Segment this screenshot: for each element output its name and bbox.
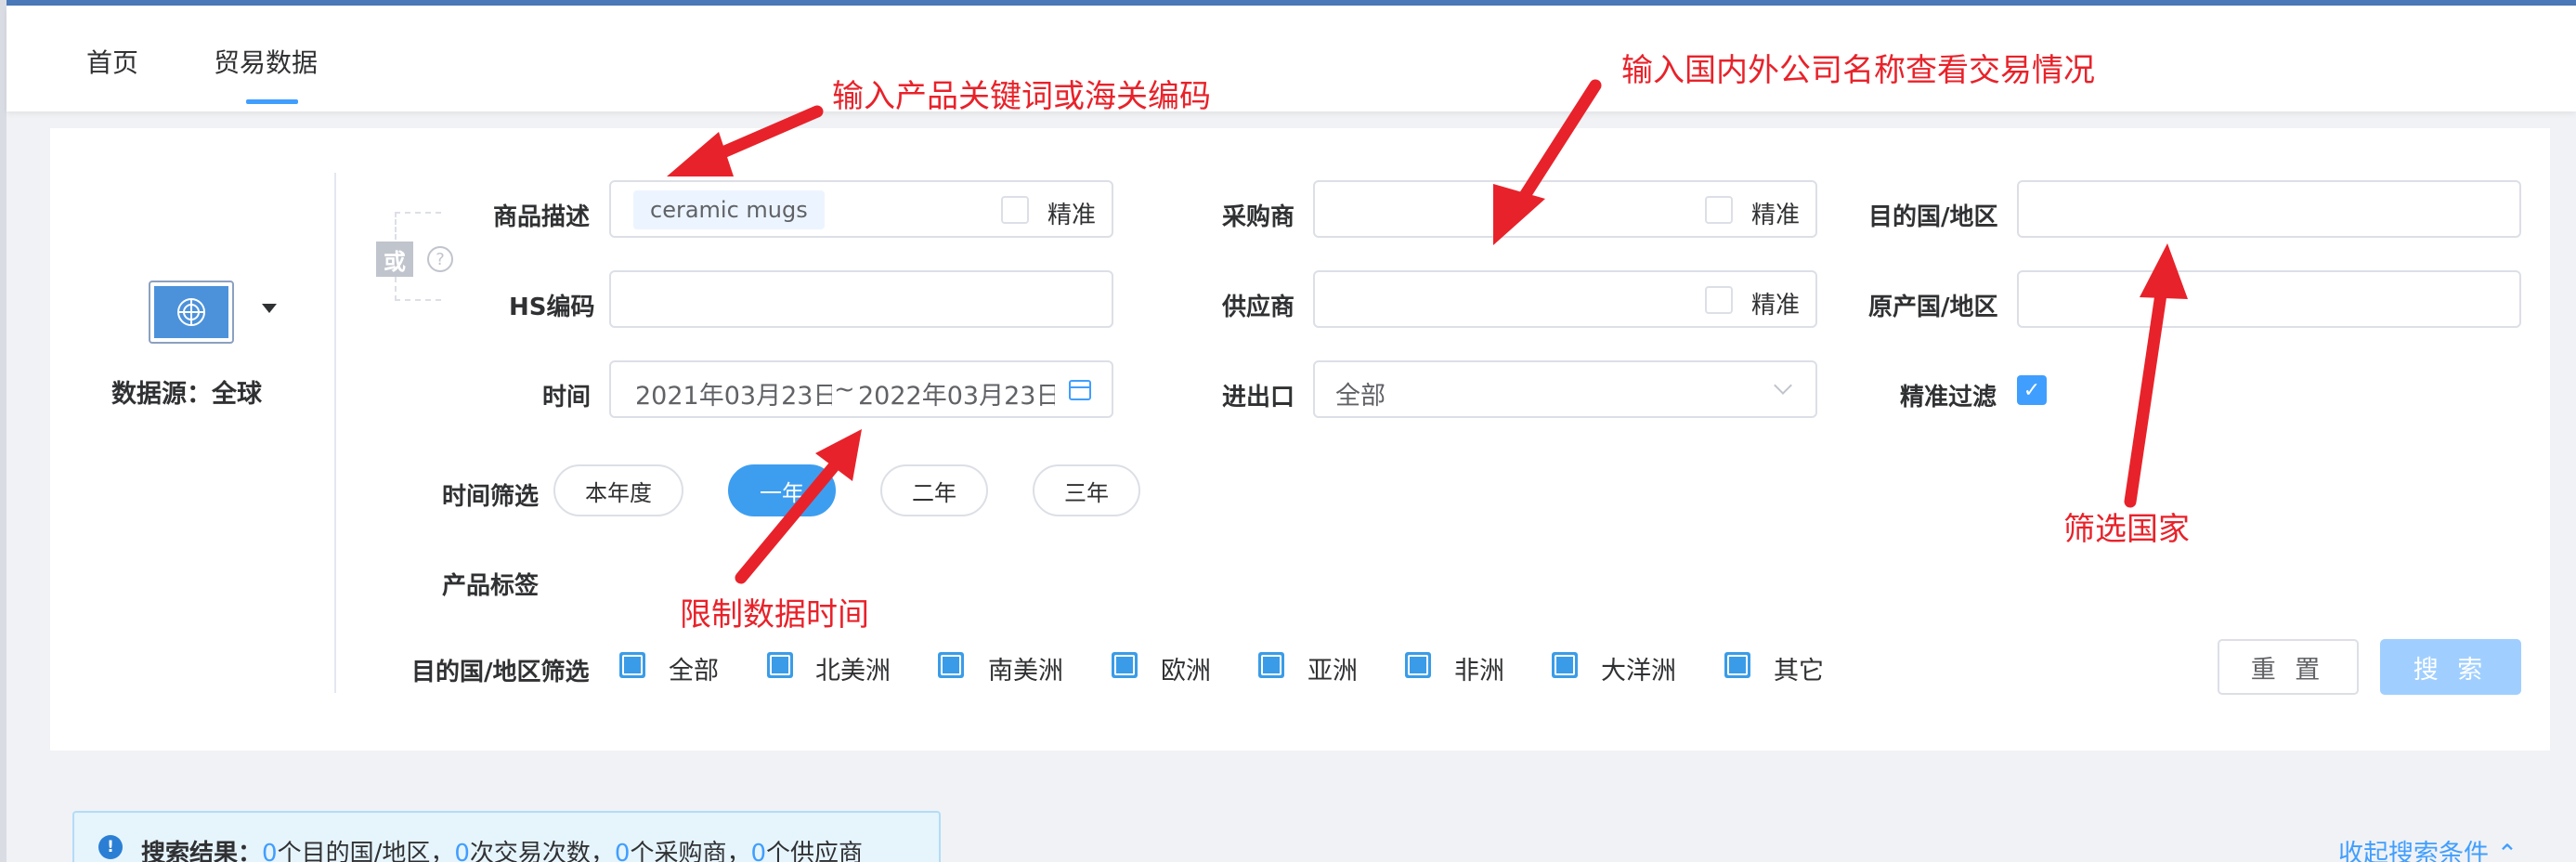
date-end[interactable]: 2022年03月23日 xyxy=(858,375,1055,411)
or-toggle[interactable]: 或 xyxy=(376,242,413,277)
import-export-label: 进出口 xyxy=(1222,384,1295,411)
region-checkbox-all[interactable] xyxy=(619,652,645,678)
buyer-input[interactable]: 精准 xyxy=(1313,180,1817,238)
import-export-select[interactable]: 全部 xyxy=(1313,360,1817,418)
region-filter-label: 目的国/地区筛选 xyxy=(411,659,590,686)
reset-button[interactable]: 重 置 xyxy=(2218,639,2359,695)
product-desc-label: 商品描述 xyxy=(493,203,591,231)
search-result-bar: ! 搜索结果：0个目的国/地区，0次交易次数，0个采购商，0个供应商 xyxy=(72,811,941,862)
buyer-exact-label: 精准 xyxy=(1751,202,1801,229)
region-checkbox-other[interactable] xyxy=(1724,652,1750,678)
datasource-flag[interactable] xyxy=(149,281,234,344)
annotation-product: 输入产品关键词或海关编码 xyxy=(832,78,1211,115)
region-checkbox-north-america[interactable] xyxy=(767,652,793,678)
keyword-tag[interactable]: ceramic mugs xyxy=(633,190,825,229)
supplier-input[interactable]: 精准 xyxy=(1313,270,1817,328)
region-label-oceania: 大洋洲 xyxy=(1601,657,1676,686)
datasource-dropdown-icon[interactable] xyxy=(262,304,277,313)
collapse-search-link[interactable]: 收起搜索条件 ⌃ xyxy=(2338,833,2517,862)
info-icon: ! xyxy=(98,835,123,859)
region-label-other: 其它 xyxy=(1774,657,1824,686)
active-tab-indicator xyxy=(246,99,298,104)
top-nav: 首页 贸易数据 xyxy=(7,6,2576,111)
exact-filter-checkbox[interactable]: ✓ xyxy=(2017,375,2047,405)
region-label-north-america: 北美洲 xyxy=(815,657,891,686)
time-label: 时间 xyxy=(542,384,592,411)
result-summary: 搜索结果：0个目的国/地区，0次交易次数，0个采购商，0个供应商 xyxy=(141,834,863,862)
hs-code-input[interactable] xyxy=(609,270,1113,328)
help-icon[interactable]: ? xyxy=(427,246,453,272)
region-label-europe: 欧洲 xyxy=(1161,657,1211,686)
region-label-africa: 非洲 xyxy=(1454,657,1504,686)
product-tags-label: 产品标签 xyxy=(442,572,540,600)
product-desc-input[interactable]: ceramic mugs 精准 xyxy=(609,180,1113,238)
origin-country-input[interactable] xyxy=(2017,270,2521,328)
date-range-picker[interactable]: 2021年03月23日 ~ 2022年03月23日 xyxy=(609,360,1113,418)
origin-country-label: 原产国/地区 xyxy=(1868,294,1998,321)
time-filter-one-year[interactable]: 一年 xyxy=(728,464,836,516)
tab-home[interactable]: 首页 xyxy=(86,43,138,80)
supplier-label: 供应商 xyxy=(1222,294,1295,321)
buyer-exact-checkbox[interactable] xyxy=(1705,196,1733,224)
region-label-all: 全部 xyxy=(669,657,719,686)
or-bracket-top xyxy=(395,212,441,240)
import-export-value: 全部 xyxy=(1335,382,1386,411)
tab-trade-data[interactable]: 贸易数据 xyxy=(214,43,318,80)
buyer-label: 采购商 xyxy=(1222,203,1295,231)
calendar-icon[interactable] xyxy=(1069,380,1091,400)
time-filter-two-years[interactable]: 二年 xyxy=(880,464,988,516)
annotation-time: 限制数据时间 xyxy=(680,596,869,633)
annotation-company: 输入国内外公司名称查看交易情况 xyxy=(1621,52,2095,89)
collapse-label[interactable]: 收起搜索条件 xyxy=(2338,840,2489,862)
exact-filter-label: 精准过滤 xyxy=(1900,384,1997,411)
region-checkbox-asia[interactable] xyxy=(1258,652,1284,678)
supplier-exact-label: 精准 xyxy=(1751,292,1801,320)
hs-code-label: HS编码 xyxy=(509,294,595,321)
window-left-edge xyxy=(0,0,7,862)
result-dest-suffix: 个目的国/地区， xyxy=(277,840,455,862)
product-exact-label: 精准 xyxy=(1047,202,1097,229)
supplier-exact-checkbox[interactable] xyxy=(1705,286,1733,314)
panel-divider xyxy=(334,173,336,693)
result-trade-count[interactable]: 0 xyxy=(454,840,470,862)
region-checkbox-africa[interactable] xyxy=(1405,652,1431,678)
datasource-label: 数据源：全球 xyxy=(111,380,262,409)
annotation-country: 筛选国家 xyxy=(2063,511,2190,548)
region-label-asia: 亚洲 xyxy=(1308,657,1358,686)
region-checkbox-europe[interactable] xyxy=(1112,652,1138,678)
date-separator: ~ xyxy=(834,375,855,404)
or-bracket-bottom xyxy=(395,277,441,301)
result-dest-count[interactable]: 0 xyxy=(262,840,278,862)
region-label-south-america: 南美洲 xyxy=(988,657,1063,686)
dest-country-input[interactable] xyxy=(2017,180,2521,238)
region-checkbox-oceania[interactable] xyxy=(1552,652,1578,678)
un-flag-icon xyxy=(154,286,228,338)
result-buyer-suffix: 个采购商， xyxy=(630,840,751,862)
result-supplier-suffix: 个供应商 xyxy=(766,840,864,862)
date-start[interactable]: 2021年03月23日 xyxy=(635,375,832,411)
time-filter-three-years[interactable]: 三年 xyxy=(1033,464,1140,516)
search-button[interactable]: 搜 索 xyxy=(2380,639,2521,695)
chevron-up-icon: ⌃ xyxy=(2496,840,2518,862)
result-buyer-count[interactable]: 0 xyxy=(615,840,631,862)
result-prefix: 搜索结果： xyxy=(141,840,263,862)
result-trade-suffix: 次交易次数， xyxy=(469,840,615,862)
chevron-down-icon xyxy=(1774,376,1792,395)
result-supplier-count[interactable]: 0 xyxy=(750,840,766,862)
region-checkbox-south-america[interactable] xyxy=(938,652,964,678)
product-exact-checkbox[interactable] xyxy=(1001,196,1029,224)
time-filter-this-year[interactable]: 本年度 xyxy=(553,464,683,516)
dest-country-label: 目的国/地区 xyxy=(1868,203,1998,231)
time-filter-label: 时间筛选 xyxy=(442,483,540,511)
